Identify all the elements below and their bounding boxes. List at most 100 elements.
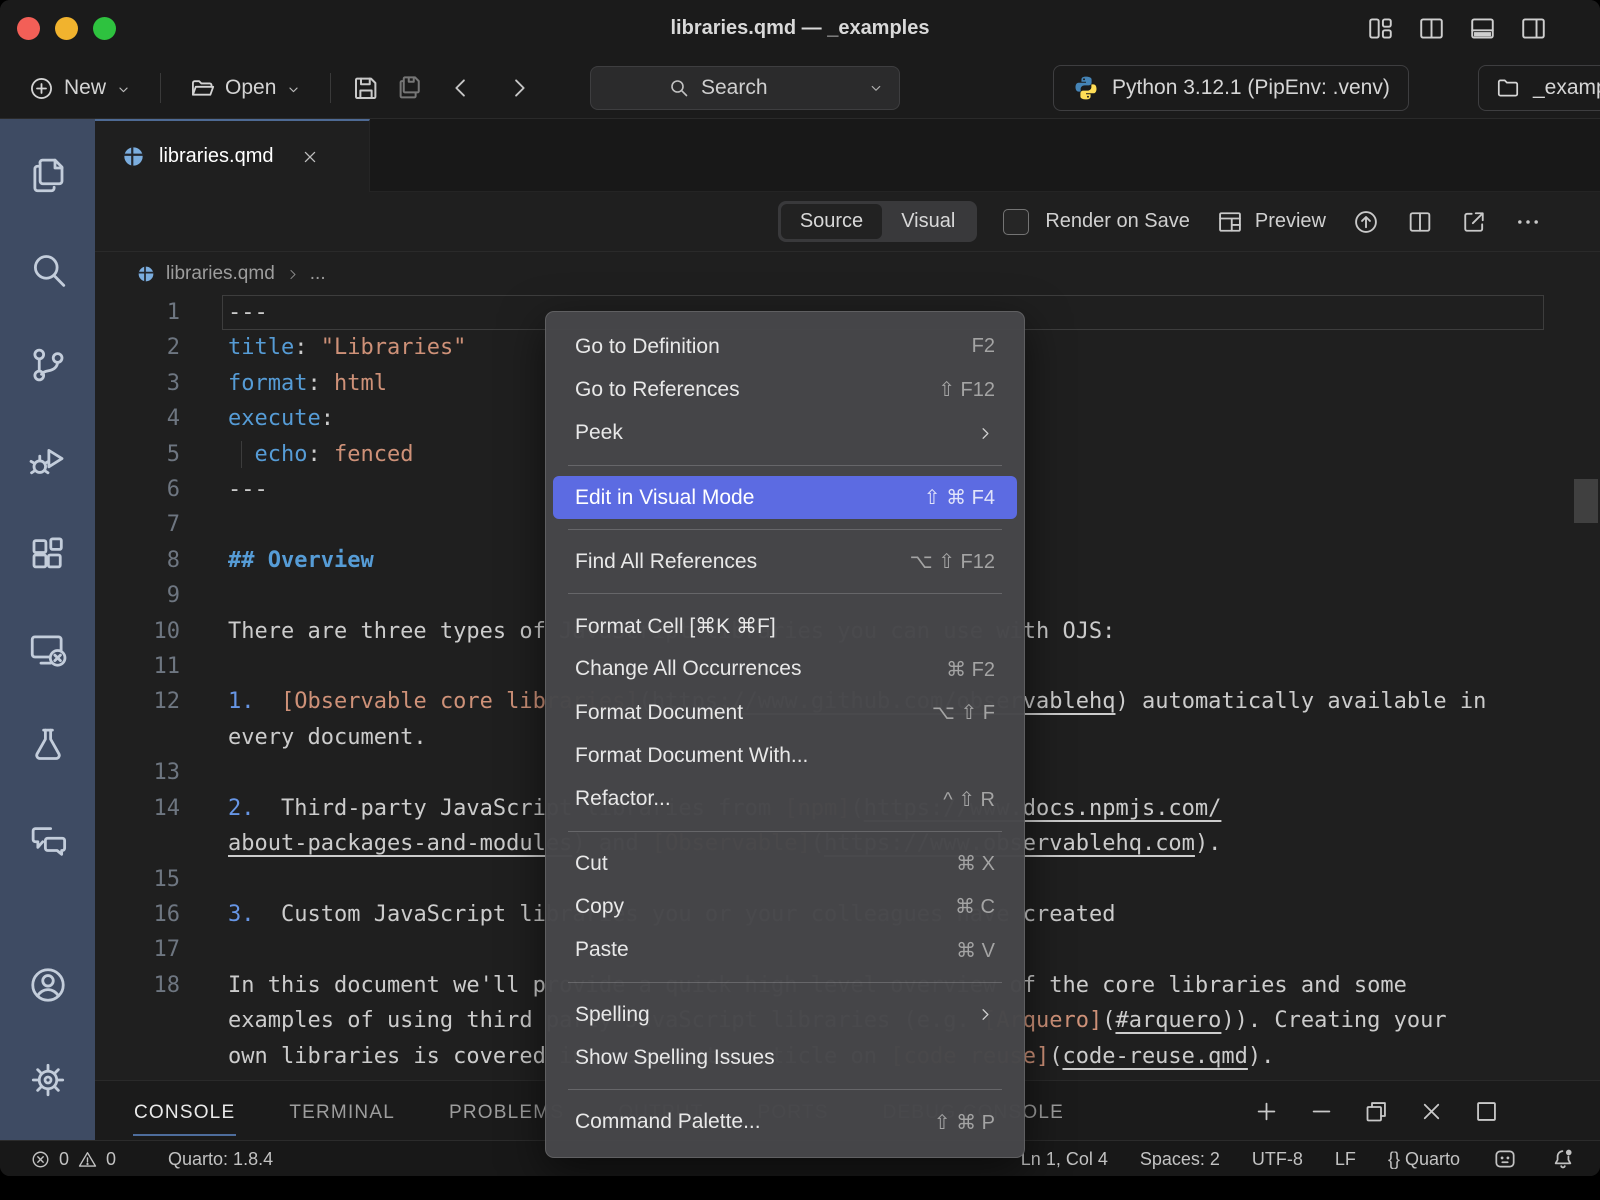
more-actions-icon[interactable]: [1514, 208, 1542, 236]
render-on-save-checkbox[interactable]: [1003, 209, 1029, 235]
menu-item-show-spelling-issues[interactable]: Show Spelling Issues: [553, 1036, 1017, 1079]
publish-icon[interactable]: [1352, 208, 1380, 236]
quarto-version-status[interactable]: Quarto: 1.8.4: [168, 1149, 273, 1170]
menu-item-spelling[interactable]: Spelling: [553, 993, 1017, 1036]
source-control-icon: [27, 344, 69, 386]
add-icon[interactable]: [1253, 1098, 1280, 1125]
title-bar: libraries.qmd — _examples: [0, 0, 1600, 57]
layout-customize-icon[interactable]: [1366, 14, 1395, 43]
menu-item-shortcut: ⌘ C: [955, 894, 995, 919]
new-button-label: New: [64, 76, 106, 100]
minimize-icon[interactable]: [1308, 1098, 1335, 1125]
menu-item-go-to-definition[interactable]: Go to DefinitionF2: [553, 325, 1017, 368]
new-button[interactable]: New: [20, 69, 140, 108]
activity-search-big[interactable]: [18, 240, 78, 300]
error-icon: [30, 1149, 51, 1170]
menu-item-format-document-with[interactable]: Format Document With...: [553, 734, 1017, 777]
eol-status[interactable]: LF: [1335, 1149, 1356, 1170]
activity-settings[interactable]: [18, 1050, 78, 1110]
menu-item-label: Format Document: [575, 701, 743, 725]
line-number: 6: [95, 472, 180, 507]
menu-item-shortcut: ⌘ F2: [946, 657, 995, 682]
open-external-icon[interactable]: [1460, 208, 1488, 236]
menu-item-label: Format Document With...: [575, 744, 808, 768]
settings-icon: [27, 1059, 69, 1101]
activity-testing[interactable]: [18, 715, 78, 775]
panel-tab-console[interactable]: CONSOLE: [133, 1086, 236, 1136]
activity-extensions[interactable]: [18, 525, 78, 585]
breadcrumb-more[interactable]: ...: [310, 263, 326, 285]
maximize-icon[interactable]: [1473, 1098, 1500, 1125]
activity-files[interactable]: [18, 145, 78, 205]
activity-source-control[interactable]: [18, 335, 78, 395]
activity-run-debug[interactable]: [18, 430, 78, 490]
menu-item-command-palette[interactable]: Command Palette...⇧ ⌘ P: [553, 1100, 1017, 1143]
menu-item-shortcut: ^ ⇧ R: [943, 787, 995, 812]
activity-account[interactable]: [18, 955, 78, 1015]
save-icon[interactable]: [351, 73, 381, 103]
tab-libraries-qmd[interactable]: libraries.qmd: [95, 119, 370, 192]
menu-item-change-all-occurrences[interactable]: Change All Occurrences ⌘ F2: [553, 648, 1017, 691]
cursor-position-status[interactable]: Ln 1, Col 4: [1021, 1149, 1108, 1170]
menu-item-peek[interactable]: Peek: [553, 412, 1017, 455]
activity-bar: [0, 119, 95, 1140]
menu-item-edit-in-visual-mode[interactable]: Edit in Visual Mode⇧ ⌘ F4: [553, 476, 1017, 519]
panel-tab-terminal[interactable]: TERMINAL: [288, 1086, 396, 1136]
render-on-save-label: Render on Save: [1045, 210, 1190, 233]
menu-item-label: Peek: [575, 421, 623, 445]
open-button-label: Open: [225, 76, 276, 100]
menu-item-find-all-references[interactable]: Find All References⌥ ⇧ F12: [553, 540, 1017, 583]
preview-label: Preview: [1255, 210, 1326, 233]
menu-item-format-document[interactable]: Format Document ⌥ ⇧ F: [553, 691, 1017, 734]
line-number: 16: [95, 897, 180, 932]
navigate-forward-icon[interactable]: [505, 74, 533, 102]
search-placeholder: Search: [701, 76, 768, 100]
indentation-status[interactable]: Spaces: 2: [1140, 1149, 1220, 1170]
activity-sessions[interactable]: [18, 620, 78, 680]
panel-toggle-icon[interactable]: [1468, 14, 1497, 43]
toolbar-divider: [160, 73, 161, 103]
breadcrumb-file[interactable]: libraries.qmd: [166, 263, 275, 285]
line-number: 15: [95, 862, 180, 897]
split-editor-layout-icon[interactable]: [1417, 14, 1446, 43]
interpreter-selector[interactable]: Python 3.12.1 (PipEnv: .venv): [1053, 65, 1409, 111]
navigate-back-icon[interactable]: [447, 74, 475, 102]
menu-item-format-cell-k-f[interactable]: Format Cell [⌘K ⌘F]: [553, 604, 1017, 647]
workspace-button[interactable]: _examples: [1478, 65, 1600, 111]
menu-item-label: Change All Occurrences: [575, 657, 801, 681]
menu-item-label: Paste: [575, 938, 629, 962]
close-panel-icon[interactable]: [1418, 1098, 1445, 1125]
notifications-bell-icon[interactable]: [1550, 1146, 1576, 1172]
language-mode-status[interactable]: {} Quarto: [1388, 1149, 1460, 1170]
menu-item-shortcut: ⌘ X: [956, 851, 995, 876]
submenu-arrow-icon: [976, 1005, 995, 1024]
close-tab-icon[interactable]: [300, 147, 320, 167]
split-editor-icon[interactable]: [1406, 208, 1434, 236]
menu-item-shortcut: ⌥ ⇧ F12: [910, 549, 995, 574]
menu-item-paste[interactable]: Paste⌘ V: [553, 929, 1017, 972]
menu-item-refactor[interactable]: Refactor...^ ⇧ R: [553, 778, 1017, 821]
activity-comments[interactable]: [18, 810, 78, 870]
save-all-icon[interactable]: [395, 73, 425, 103]
sessions-icon: [27, 629, 69, 671]
window-title: libraries.qmd — _examples: [0, 0, 1600, 57]
menu-item-copy[interactable]: Copy⌘ C: [553, 885, 1017, 928]
scrollbar-thumb[interactable]: [1574, 479, 1598, 523]
search-input[interactable]: Search: [590, 66, 900, 110]
extensions-icon: [27, 534, 69, 576]
preview-button[interactable]: Preview: [1216, 208, 1326, 236]
secondary-sidebar-icon[interactable]: [1519, 14, 1548, 43]
menu-item-go-to-references[interactable]: Go to References⇧ F12: [553, 368, 1017, 411]
encoding-status[interactable]: UTF-8: [1252, 1149, 1303, 1170]
restore-icon[interactable]: [1363, 1098, 1390, 1125]
open-button[interactable]: Open: [181, 69, 310, 108]
line-number: 2: [95, 330, 180, 365]
problems-status[interactable]: 0 0: [30, 1149, 116, 1170]
feedback-icon[interactable]: [1492, 1146, 1518, 1172]
visual-mode-button[interactable]: Visual: [882, 204, 974, 239]
source-mode-button[interactable]: Source: [781, 204, 882, 239]
search-big-icon: [27, 249, 69, 291]
menu-item-cut[interactable]: Cut⌘ X: [553, 842, 1017, 885]
menu-item-shortcut: ⌥ ⇧ F: [932, 700, 995, 725]
top-action-bar: New Open Search Python 3.12.1 (PipEnv: .…: [0, 57, 1600, 119]
